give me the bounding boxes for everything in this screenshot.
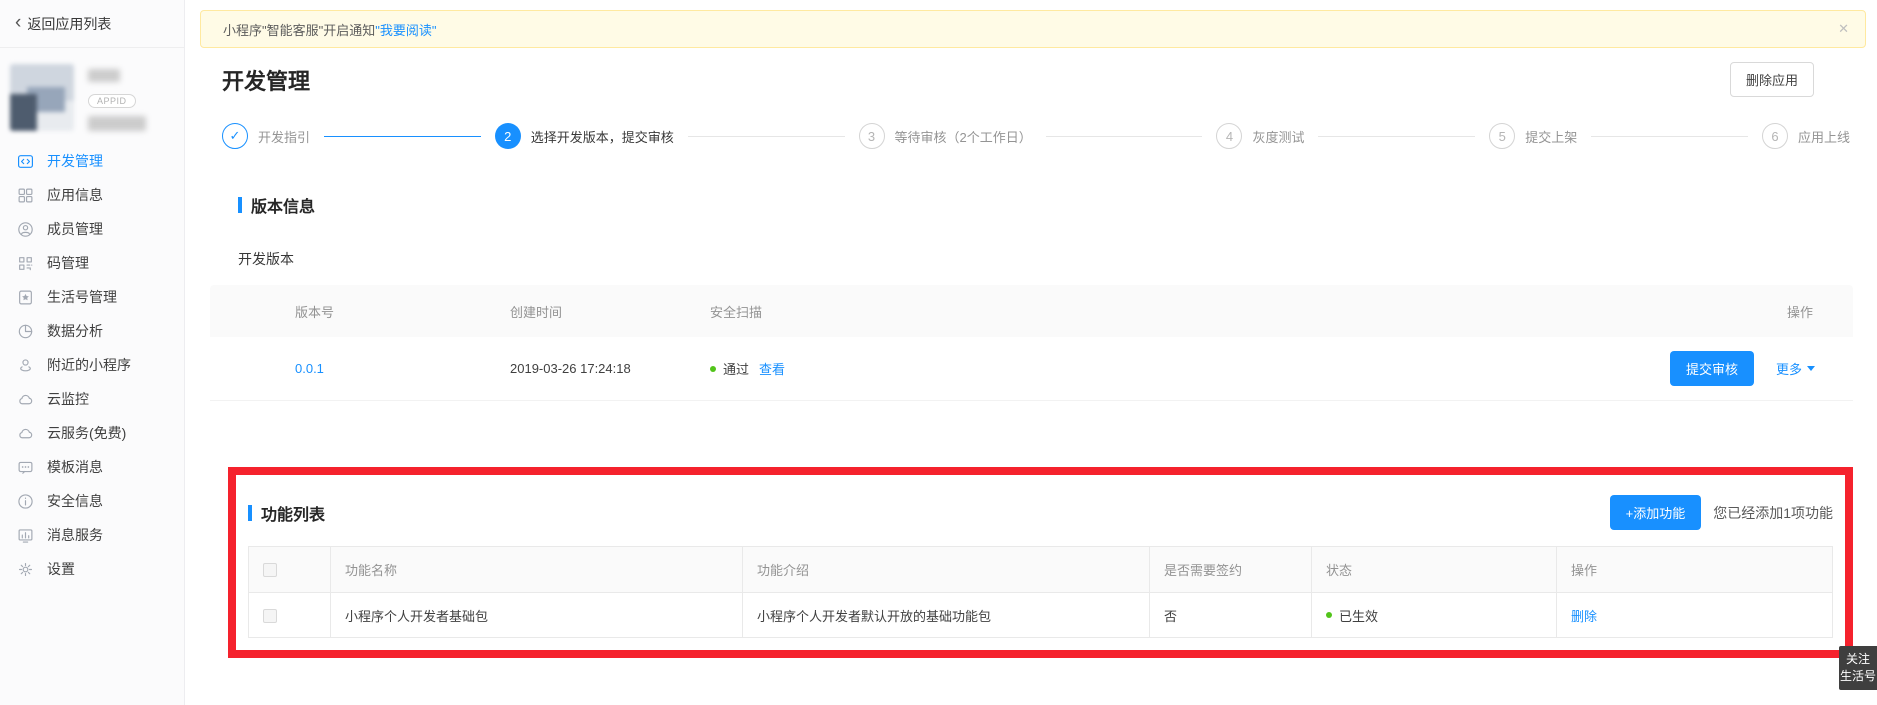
pie-chart-icon [17,323,34,340]
info-circle-icon [17,493,34,510]
section-accent-bar [238,197,242,213]
app-name-redacted [88,69,120,82]
user-icon [17,221,34,238]
back-label: 返回应用列表 [27,14,111,34]
version-section-title: 版本信息 [251,193,315,217]
step-dev-guide: ✓ 开发指引 [222,123,310,149]
feature-status: 已生效 [1339,606,1378,625]
sidebar-item-cloud-monitor[interactable]: 云监控 [0,382,184,416]
sidebar-item-template-message[interactable]: 模板消息 [0,450,184,484]
sidebar-item-cloud-service[interactable]: 云服务(免费) [0,416,184,450]
feature-table: 功能名称 功能介绍 是否需要签约 状态 操作 小程序个人开发者基础包 小程序个人… [248,546,1833,638]
sidebar-item-security-info[interactable]: 安全信息 [0,484,184,518]
close-icon[interactable]: ✕ [1838,21,1849,37]
delete-app-button[interactable]: 删除应用 [1730,62,1814,97]
version-number-link[interactable]: 0.0.1 [295,361,324,376]
feature-name: 小程序个人开发者基础包 [331,593,743,638]
message-icon [17,459,34,476]
status-dot-green [710,366,716,372]
step-gray-test: 4 灰度测试 [1216,123,1304,149]
version-table-header: 版本号 创建时间 安全扫描 操作 [210,285,1853,337]
add-feature-button[interactable]: +添加功能 [1610,495,1702,530]
sidebar-item-nearby-miniprogram[interactable]: 附近的小程序 [0,348,184,382]
feature-desc: 小程序个人开发者默认开放的基础功能包 [743,593,1150,638]
page-title: 开发管理 [222,64,310,96]
app-avatar [10,64,74,131]
step-indicator: ✓ 开发指引 2 选择开发版本，提交审核 3 等待审核（2个工作日） 4 灰度测… [222,123,1850,149]
select-all-checkbox[interactable] [263,563,277,577]
appid-redacted [88,116,146,131]
row-checkbox[interactable] [263,609,277,623]
sidebar-item-settings[interactable]: 设置 [0,552,184,586]
feature-count-text: 您已经添加1项功能 [1713,503,1833,523]
chevron-left-icon: ‹ [15,13,21,32]
badge-star-icon [17,289,34,306]
scan-status: 通过 [723,359,749,378]
bar-chart-icon [17,527,34,544]
step-connector [1591,136,1748,137]
gear-icon [17,561,34,578]
version-table-row: 0.0.1 2019-03-26 17:24:18 通过 查看 提交审核 更多 [210,337,1853,401]
delete-feature-link[interactable]: 删除 [1571,609,1597,624]
main-content: 小程序"智能客服"开启通知"我要阅读" ✕ 开发管理 删除应用 ✓ 开发指引 2… [185,0,1877,705]
submit-review-button[interactable]: 提交审核 [1670,351,1754,386]
more-dropdown[interactable]: 更多 [1776,359,1815,378]
feature-table-header: 功能名称 功能介绍 是否需要签约 状态 操作 [249,547,1833,593]
code-icon [17,153,34,170]
created-time: 2019-03-26 17:24:18 [510,361,710,376]
sidebar-item-code-management[interactable]: 码管理 [0,246,184,280]
sidebar-item-message-service[interactable]: 消息服务 [0,518,184,552]
version-table: 版本号 创建时间 安全扫描 操作 0.0.1 2019-03-26 17:24:… [210,285,1853,401]
step-choose-version: 2 选择开发版本，提交审核 [495,123,674,149]
app-window: ‹ 返回应用列表 APPID 开发管理 应用信息 成员管理 [0,0,1877,705]
grid-icon [17,187,34,204]
feature-section-title: 功能列表 [261,501,325,525]
step-submit-launch: 5 提交上架 [1489,123,1577,149]
caret-down-icon [1807,366,1815,371]
cloud-icon [17,425,34,442]
need-sign: 否 [1150,593,1312,638]
cloud-icon [17,391,34,408]
follow-lifeaccount-badge[interactable]: 关注 生活号 [1839,646,1877,690]
step-connector [688,136,845,137]
notice-banner: 小程序"智能客服"开启通知"我要阅读" ✕ [200,10,1866,48]
status-dot-green [1326,612,1332,618]
appid-badge: APPID [88,94,136,108]
feature-list-section-red-highlight: 功能列表 +添加功能 您已经添加1项功能 功能名称 功能介绍 是否需要签约 状态 [228,467,1853,658]
dev-version-subtitle: 开发版本 [238,249,1877,269]
sidebar: ‹ 返回应用列表 APPID 开发管理 应用信息 成员管理 [0,0,185,705]
back-to-app-list-link[interactable]: ‹ 返回应用列表 [0,0,184,48]
banner-read-link[interactable]: "我要阅读" [375,20,436,39]
sidebar-menu: 开发管理 应用信息 成员管理 码管理 生活号管理 数据分析 [0,144,184,586]
qrcode-icon [17,255,34,272]
section-accent-bar [248,505,252,521]
step-connector [1318,136,1475,137]
sidebar-item-dev-management[interactable]: 开发管理 [0,144,184,178]
sidebar-item-app-info[interactable]: 应用信息 [0,178,184,212]
step-connector [1046,136,1203,137]
step-wait-review: 3 等待审核（2个工作日） [859,123,1032,149]
sidebar-item-member-management[interactable]: 成员管理 [0,212,184,246]
scan-view-link[interactable]: 查看 [759,359,785,378]
sidebar-item-data-analysis[interactable]: 数据分析 [0,314,184,348]
app-profile: APPID [0,48,184,134]
step-check-icon: ✓ [222,123,248,149]
sidebar-item-lifeaccount-management[interactable]: 生活号管理 [0,280,184,314]
nearby-icon [17,357,34,374]
step-app-online: 6 应用上线 [1762,123,1850,149]
version-info-section: 版本信息 开发版本 版本号 创建时间 安全扫描 操作 0.0.1 2019-03… [185,193,1877,401]
feature-table-row: 小程序个人开发者基础包 小程序个人开发者默认开放的基础功能包 否 已生效 删除 [249,593,1833,638]
step-connector [324,136,481,137]
banner-text: 小程序"智能客服"开启通知 [223,20,375,39]
